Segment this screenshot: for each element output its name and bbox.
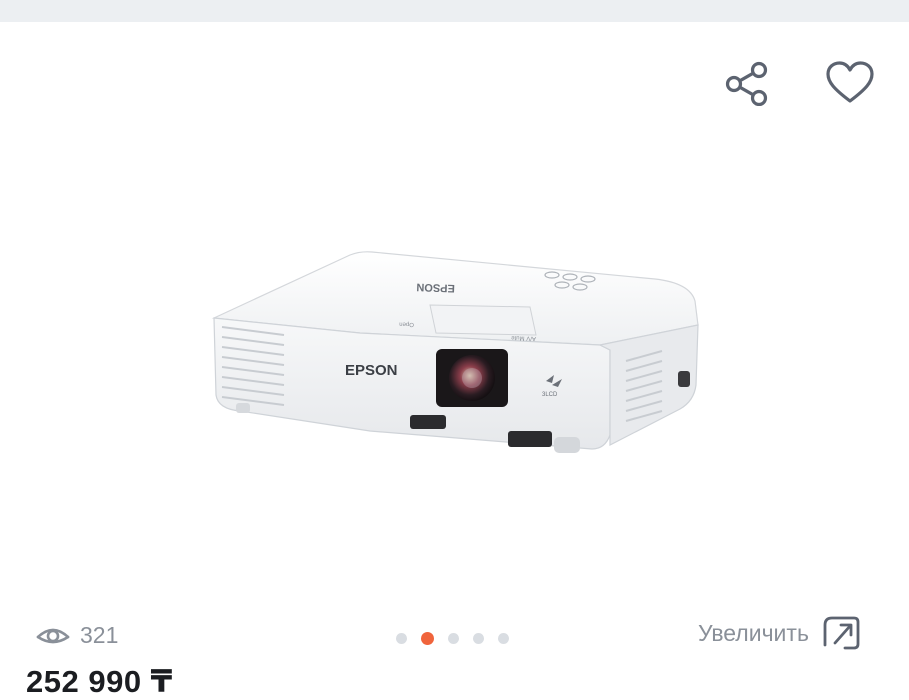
favorite-button[interactable] (820, 56, 880, 110)
views-counter: 321 (36, 620, 118, 650)
share-icon (725, 61, 768, 106)
expand-icon (823, 616, 860, 650)
product-price: 252 990 ₸ (26, 664, 173, 699)
share-button[interactable] (718, 56, 776, 110)
eye-icon (36, 628, 70, 644)
top-bar (0, 0, 909, 22)
projector-brand: EPSON (345, 362, 398, 379)
gallery-pagination (396, 631, 509, 645)
zoom-label: Увеличить (698, 619, 809, 646)
projector-top-brand: EPSON (416, 281, 455, 294)
gallery-dot-active[interactable] (421, 631, 434, 645)
projector-open-label: Open (399, 320, 414, 327)
3lcd-badge-text: 3LCD (542, 392, 558, 398)
heart-icon (826, 61, 874, 103)
zoom-button[interactable]: Увеличить (698, 614, 861, 652)
gallery-dot[interactable] (396, 632, 407, 644)
product-image[interactable]: EPSON A/V Mute Open EPSON 3LCD (200, 235, 700, 465)
gallery-dot[interactable] (448, 632, 459, 644)
projector-control-label: A/V Mute (511, 334, 537, 341)
views-count: 321 (80, 621, 119, 648)
gallery-dot[interactable] (498, 632, 509, 644)
gallery-dot[interactable] (473, 632, 484, 644)
